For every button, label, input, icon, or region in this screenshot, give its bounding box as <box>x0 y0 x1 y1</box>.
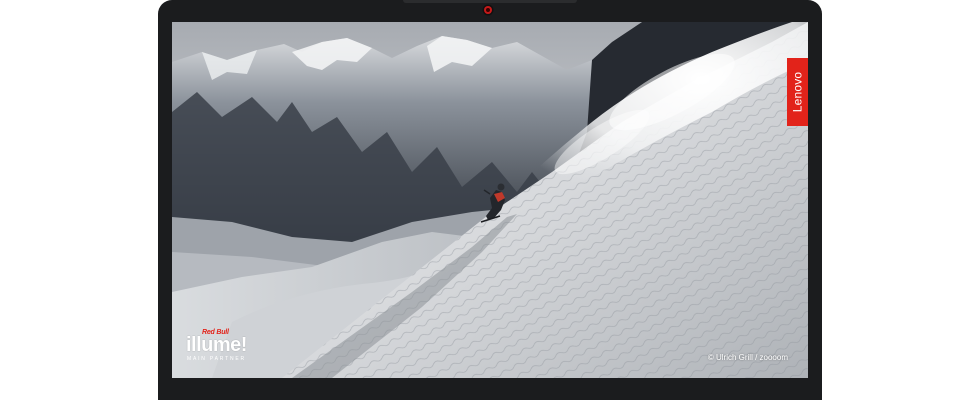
ski-photo <box>172 22 808 378</box>
partner-logo-subtitle: MAIN PARTNER <box>187 356 246 362</box>
partner-logo-name: illume! <box>186 334 247 356</box>
lenovo-logo: Lenovo <box>787 58 808 126</box>
wallpaper-display: Lenovo Red Bull illume! MAIN PARTNER © U… <box>172 22 808 378</box>
camera-notch <box>403 0 577 3</box>
brand-label: Lenovo <box>790 71 805 113</box>
laptop-frame: Lenovo Red Bull illume! MAIN PARTNER © U… <box>158 0 822 400</box>
photo-credit: © Ulrich Grill / zoooom <box>707 353 788 362</box>
webcam-icon <box>484 6 492 14</box>
partner-logo: Red Bull illume! MAIN PARTNER <box>186 329 262 365</box>
